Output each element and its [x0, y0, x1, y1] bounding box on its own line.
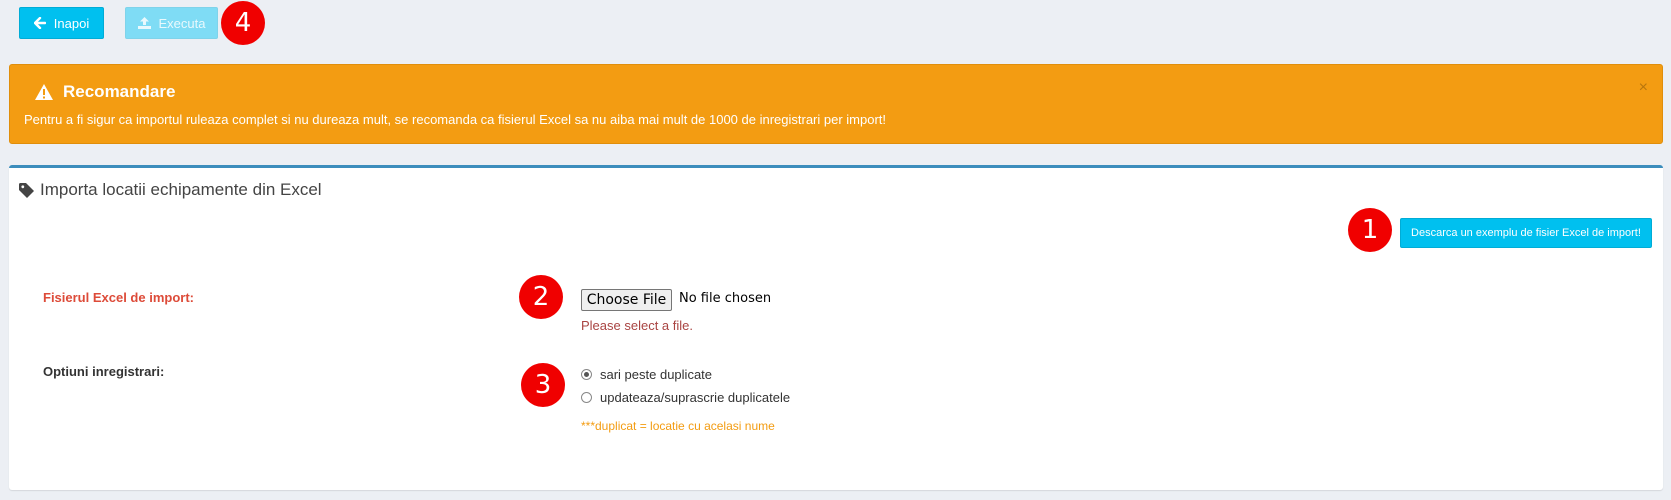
- back-button[interactable]: Inapoi: [19, 7, 104, 39]
- panel-title: Importa locatii echipamente din Excel: [40, 180, 322, 199]
- option-overwrite-duplicates[interactable]: updateaza/suprascrie duplicatele: [581, 390, 790, 405]
- file-status-text: No file chosen: [679, 291, 772, 306]
- warning-icon: [35, 84, 53, 100]
- alert-text: Pentru a fi sigur ca importul ruleaza co…: [24, 112, 887, 127]
- choose-file-button[interactable]: Choose File: [581, 289, 672, 311]
- option-label: sari peste duplicate: [600, 367, 713, 382]
- upload-icon: [137, 17, 151, 29]
- recommendation-alert: Recomandare Pentru a fi sigur ca importu…: [9, 64, 1663, 144]
- annotation-marker-3: 3: [521, 363, 565, 407]
- annotation-marker-4: 4: [221, 1, 265, 45]
- execute-button-label: Executa: [158, 15, 206, 31]
- arrow-left-icon: [33, 17, 46, 29]
- options-label: Optiuni inregistrari:: [43, 364, 165, 379]
- file-field-label: Fisierul Excel de import:: [43, 290, 194, 305]
- annotation-marker-1: 1: [1348, 208, 1392, 252]
- radio-overwrite-duplicates[interactable]: [581, 392, 592, 403]
- file-error-message: Please select a file.: [581, 318, 694, 333]
- panel-heading: Importa locatii echipamente din Excel: [19, 180, 322, 200]
- radio-skip-duplicates[interactable]: [581, 369, 592, 380]
- download-example-button[interactable]: Descarca un exemplu de fisier Excel de i…: [1400, 218, 1652, 248]
- option-label: updateaza/suprascrie duplicatele: [600, 390, 791, 405]
- alert-heading: Recomandare: [35, 82, 175, 102]
- back-button-label: Inapoi: [53, 15, 90, 31]
- import-panel: Importa locatii echipamente din Excel 1 …: [9, 165, 1663, 490]
- option-skip-duplicates[interactable]: sari peste duplicate: [581, 367, 712, 382]
- close-icon[interactable]: ×: [1639, 79, 1648, 97]
- alert-title: Recomandare: [63, 82, 176, 101]
- duplicate-note: ***duplicat = locatie cu acelasi nume: [581, 419, 775, 433]
- execute-button[interactable]: Executa: [125, 7, 218, 39]
- tag-icon: [19, 182, 34, 198]
- annotation-marker-2: 2: [519, 275, 563, 319]
